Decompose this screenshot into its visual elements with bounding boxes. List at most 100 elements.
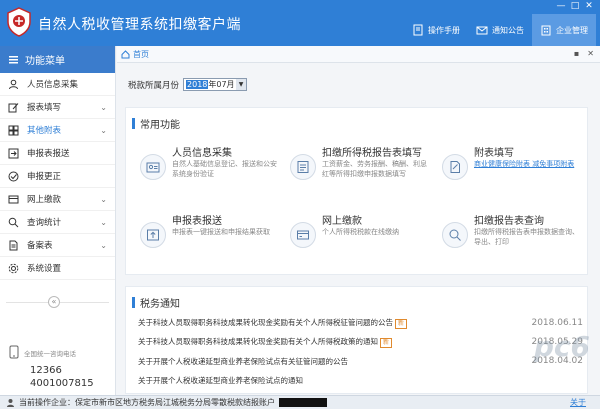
- sidebar-item-label: 申报更正: [27, 172, 62, 182]
- menu-icon: [9, 56, 18, 64]
- toolbar: 操作手册 通知公告 企业管理: [404, 14, 596, 46]
- notice-title: 税务通知: [140, 299, 180, 310]
- sidebar-item-label: 申报表报送: [27, 149, 70, 159]
- sidebar-item-report-correct[interactable]: 申报更正: [0, 165, 115, 188]
- redacted-account: [279, 398, 327, 407]
- tab-home-label: 首页: [133, 50, 149, 59]
- func-name: 申报表报送: [172, 216, 222, 227]
- notice-date: 2018.06.11: [531, 318, 583, 328]
- notice-button[interactable]: 通知公告: [468, 14, 532, 46]
- building-icon: [541, 25, 551, 36]
- sidebar-item-online-payment[interactable]: 网上缴款 ⌄: [0, 188, 115, 211]
- notice-item[interactable]: 关于开展个人税收递延型商业养老保险试点有关征管问题的公告 2018.04.02: [138, 354, 583, 368]
- title-bar: 自然人税收管理系统扣缴客户端 — □ ✕ 操作手册 通知公告 企业管理: [0, 0, 600, 46]
- hotline-number: 4001007815: [30, 378, 94, 389]
- func-withholding-report[interactable]: 扣缴所得税报告表填写 工资薪金、劳务报酬、稿酬、利息红等所得扣缴申报数据填写: [286, 140, 431, 196]
- notice-text-label: 关于科技人员取得职务科技成果转化现金奖励有关个人所得税征管问题的公告: [138, 318, 393, 327]
- sidebar-item-label: 备案表: [27, 241, 53, 251]
- maximize-button[interactable]: □: [568, 0, 582, 12]
- tab-close-button[interactable]: ✕: [587, 49, 594, 58]
- period-selector: 税款所属月份 2018年07月 ▼: [128, 78, 248, 91]
- enterprise-label: 企业管理: [556, 25, 588, 35]
- panel-title: 常用功能: [132, 116, 180, 131]
- mail-icon: [476, 26, 488, 35]
- func-report-submit[interactable]: 申报表报送 申报表一键报送和申报结果获取: [136, 208, 281, 264]
- common-title: 常用功能: [140, 120, 180, 131]
- grid-icon: [8, 125, 19, 135]
- tab-bar: 首页 ▪ ✕: [117, 46, 600, 63]
- new-badge: 新: [395, 319, 407, 329]
- func-desc: 工资薪金、劳务报酬、稿酬、利息红等所得扣缴申报数据填写: [322, 160, 427, 178]
- panel-title: 税务通知: [132, 295, 180, 310]
- query-icon: [442, 222, 468, 248]
- new-badge: 新: [380, 338, 392, 348]
- app-title: 自然人税收管理系统扣缴客户端: [38, 17, 241, 33]
- notice-label: 通知公告: [492, 25, 524, 35]
- status-bar: 当前操作企业：保定市新市区地方税务局江城税务分局零散税款结报账户 关于: [0, 395, 600, 409]
- period-select[interactable]: 2018年07月 ▼: [183, 78, 248, 91]
- sidebar-item-label: 网上缴款: [27, 195, 62, 205]
- manual-button[interactable]: 操作手册: [404, 14, 468, 46]
- home-icon: [121, 50, 130, 59]
- func-desc: 扣缴所得税报告表申报数据查询、导出、打印: [474, 228, 579, 246]
- notice-text: 关于科技人员取得职务科技成果转化现金奖励有关个人所得税征管问题的公告新: [138, 317, 517, 329]
- person-icon: [9, 79, 18, 89]
- func-attachment-fill[interactable]: 附表填写 商业健康保险附表 减免事项附表: [438, 140, 583, 196]
- sidebar-item-person-info[interactable]: 人员信息采集: [0, 73, 115, 96]
- chevron-down-icon[interactable]: ▼: [236, 79, 247, 90]
- manual-icon: [413, 24, 423, 36]
- sidebar-item-filing-form[interactable]: 备案表 ⌄: [0, 234, 115, 257]
- func-name: 人员信息采集: [172, 148, 232, 159]
- sidebar-collapse-button[interactable]: «: [48, 296, 60, 308]
- sidebar-item-label: 报表填写: [27, 103, 62, 113]
- func-desc: 自然人基础信息登记、报送和公安系统身份验证: [172, 160, 277, 178]
- gear-icon: [8, 263, 19, 273]
- func-name: 扣缴所得税报告表填写: [322, 148, 422, 159]
- tax-emblem-icon: [7, 7, 31, 37]
- func-online-payment[interactable]: 网上缴款 个人所得税税款在线缴纳: [286, 208, 431, 264]
- sidebar-header: 功能菜单: [0, 46, 115, 73]
- sidebar-item-label: 系统设置: [27, 264, 62, 274]
- tab-restore-button[interactable]: ▪: [574, 49, 579, 58]
- attach-icon: [442, 154, 468, 180]
- common-functions-panel: 常用功能 人员信息采集 自然人基础信息登记、报送和公安系统身份验证 扣缴所得税报…: [125, 107, 588, 275]
- hotline: 全国统一咨询电话 12366 4001007815: [8, 345, 112, 390]
- sidebar-title: 功能菜单: [25, 56, 65, 67]
- notice-item[interactable]: 关于科技人员取得职务科技成果转化现金奖励有关个人所得税征管问题的公告新 2018…: [138, 316, 583, 330]
- minimize-button[interactable]: —: [554, 0, 568, 12]
- chevron-down-icon: ⌄: [100, 241, 107, 250]
- search-icon: [8, 217, 19, 227]
- about-link[interactable]: 关于: [570, 397, 586, 408]
- func-desc-link[interactable]: 商业健康保险附表 减免事项附表: [474, 159, 582, 169]
- func-report-query[interactable]: 扣缴报告表查询 扣缴所得税报告表申报数据查询、导出、打印: [438, 208, 583, 264]
- edit-icon: [8, 102, 19, 112]
- chevron-down-icon: ⌄: [100, 218, 107, 227]
- sidebar-item-report-fill[interactable]: 报表填写 ⌄: [0, 96, 115, 119]
- sidebar-item-label: 查询统计: [27, 218, 62, 228]
- enterprise-button[interactable]: 企业管理: [532, 14, 596, 46]
- func-person-info[interactable]: 人员信息采集 自然人基础信息登记、报送和公安系统身份验证: [136, 140, 281, 196]
- tab-home[interactable]: 首页: [121, 49, 149, 60]
- period-year: 2018: [186, 80, 209, 89]
- form-icon: [290, 154, 316, 180]
- notice-item[interactable]: 关于开展个人税收递延型商业养老保险试点的通知: [138, 373, 583, 387]
- status-text: 当前操作企业：保定市新市区地方税务局江城税务分局零散税款结报账户: [19, 398, 275, 407]
- func-desc: 个人所得税税款在线缴纳: [322, 228, 399, 236]
- watermark-logo: pc6: [533, 330, 590, 363]
- sidebar-item-report-submit[interactable]: 申报表报送: [0, 142, 115, 165]
- user-icon: [7, 399, 14, 407]
- sidebar-item-settings[interactable]: 系统设置: [0, 257, 115, 280]
- notice-text: 关于科技人员取得职务科技成果转化现金奖励有关个人所得税政策的通知新: [138, 336, 517, 348]
- notice-item[interactable]: 关于科技人员取得职务科技成果转化现金奖励有关个人所得税政策的通知新 2018.0…: [138, 335, 583, 349]
- sidebar-item-label: 人员信息采集: [27, 80, 79, 90]
- close-button[interactable]: ✕: [582, 0, 596, 12]
- chevron-down-icon: ⌄: [100, 126, 107, 135]
- sidebar-item-query-stats[interactable]: 查询统计 ⌄: [0, 211, 115, 234]
- doc-icon: [9, 240, 18, 250]
- sidebar-item-other-attachments[interactable]: 其他附表 ⌄: [0, 119, 115, 142]
- sidebar: 功能菜单 人员信息采集 报表填写 ⌄ 其他附表 ⌄ 申报表报送 申报更正 网上缴…: [0, 46, 116, 395]
- notice-text: 关于开展个人税收递延型商业养老保险试点有关征管问题的公告: [138, 356, 348, 366]
- hotline-number: 12366: [30, 365, 62, 376]
- period-label: 税款所属月份: [128, 80, 180, 91]
- chevron-down-icon: ⌄: [100, 195, 107, 204]
